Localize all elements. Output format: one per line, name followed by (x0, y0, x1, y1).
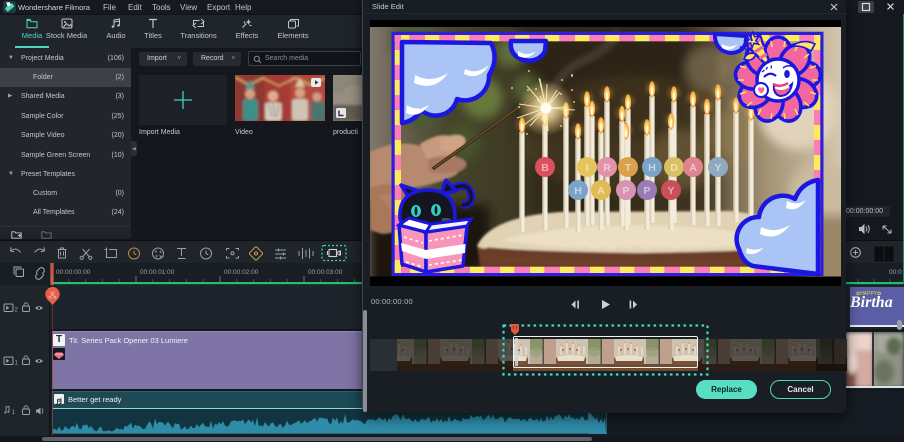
svg-text:A: A (597, 185, 605, 197)
svg-text:A: A (689, 162, 697, 174)
svg-text:B: B (541, 162, 549, 174)
svg-text:2: 2 (15, 308, 19, 314)
svg-text:Y: Y (667, 185, 674, 197)
svg-text:1: 1 (12, 410, 16, 416)
svg-text:1: 1 (15, 361, 19, 367)
svg-text:Y: Y (714, 162, 721, 174)
svg-text:R: R (603, 162, 611, 174)
svg-text:00:0: 00:0 (889, 269, 902, 276)
svg-text:T: T (625, 162, 632, 174)
svg-text:P: P (622, 185, 629, 197)
svg-text:00:00:02:00: 00:00:02:00 (224, 269, 259, 276)
svg-text:00:00:03:00: 00:00:03:00 (308, 269, 343, 276)
svg-text:H: H (574, 185, 582, 197)
svg-text:I: I (586, 162, 589, 174)
svg-text:00:00:01:00: 00:00:01:00 (140, 269, 175, 276)
svg-text:00:00:00:00: 00:00:00:00 (56, 269, 91, 276)
svg-text:D: D (670, 162, 678, 174)
svg-text:P: P (643, 185, 650, 197)
svg-text:H: H (648, 162, 656, 174)
